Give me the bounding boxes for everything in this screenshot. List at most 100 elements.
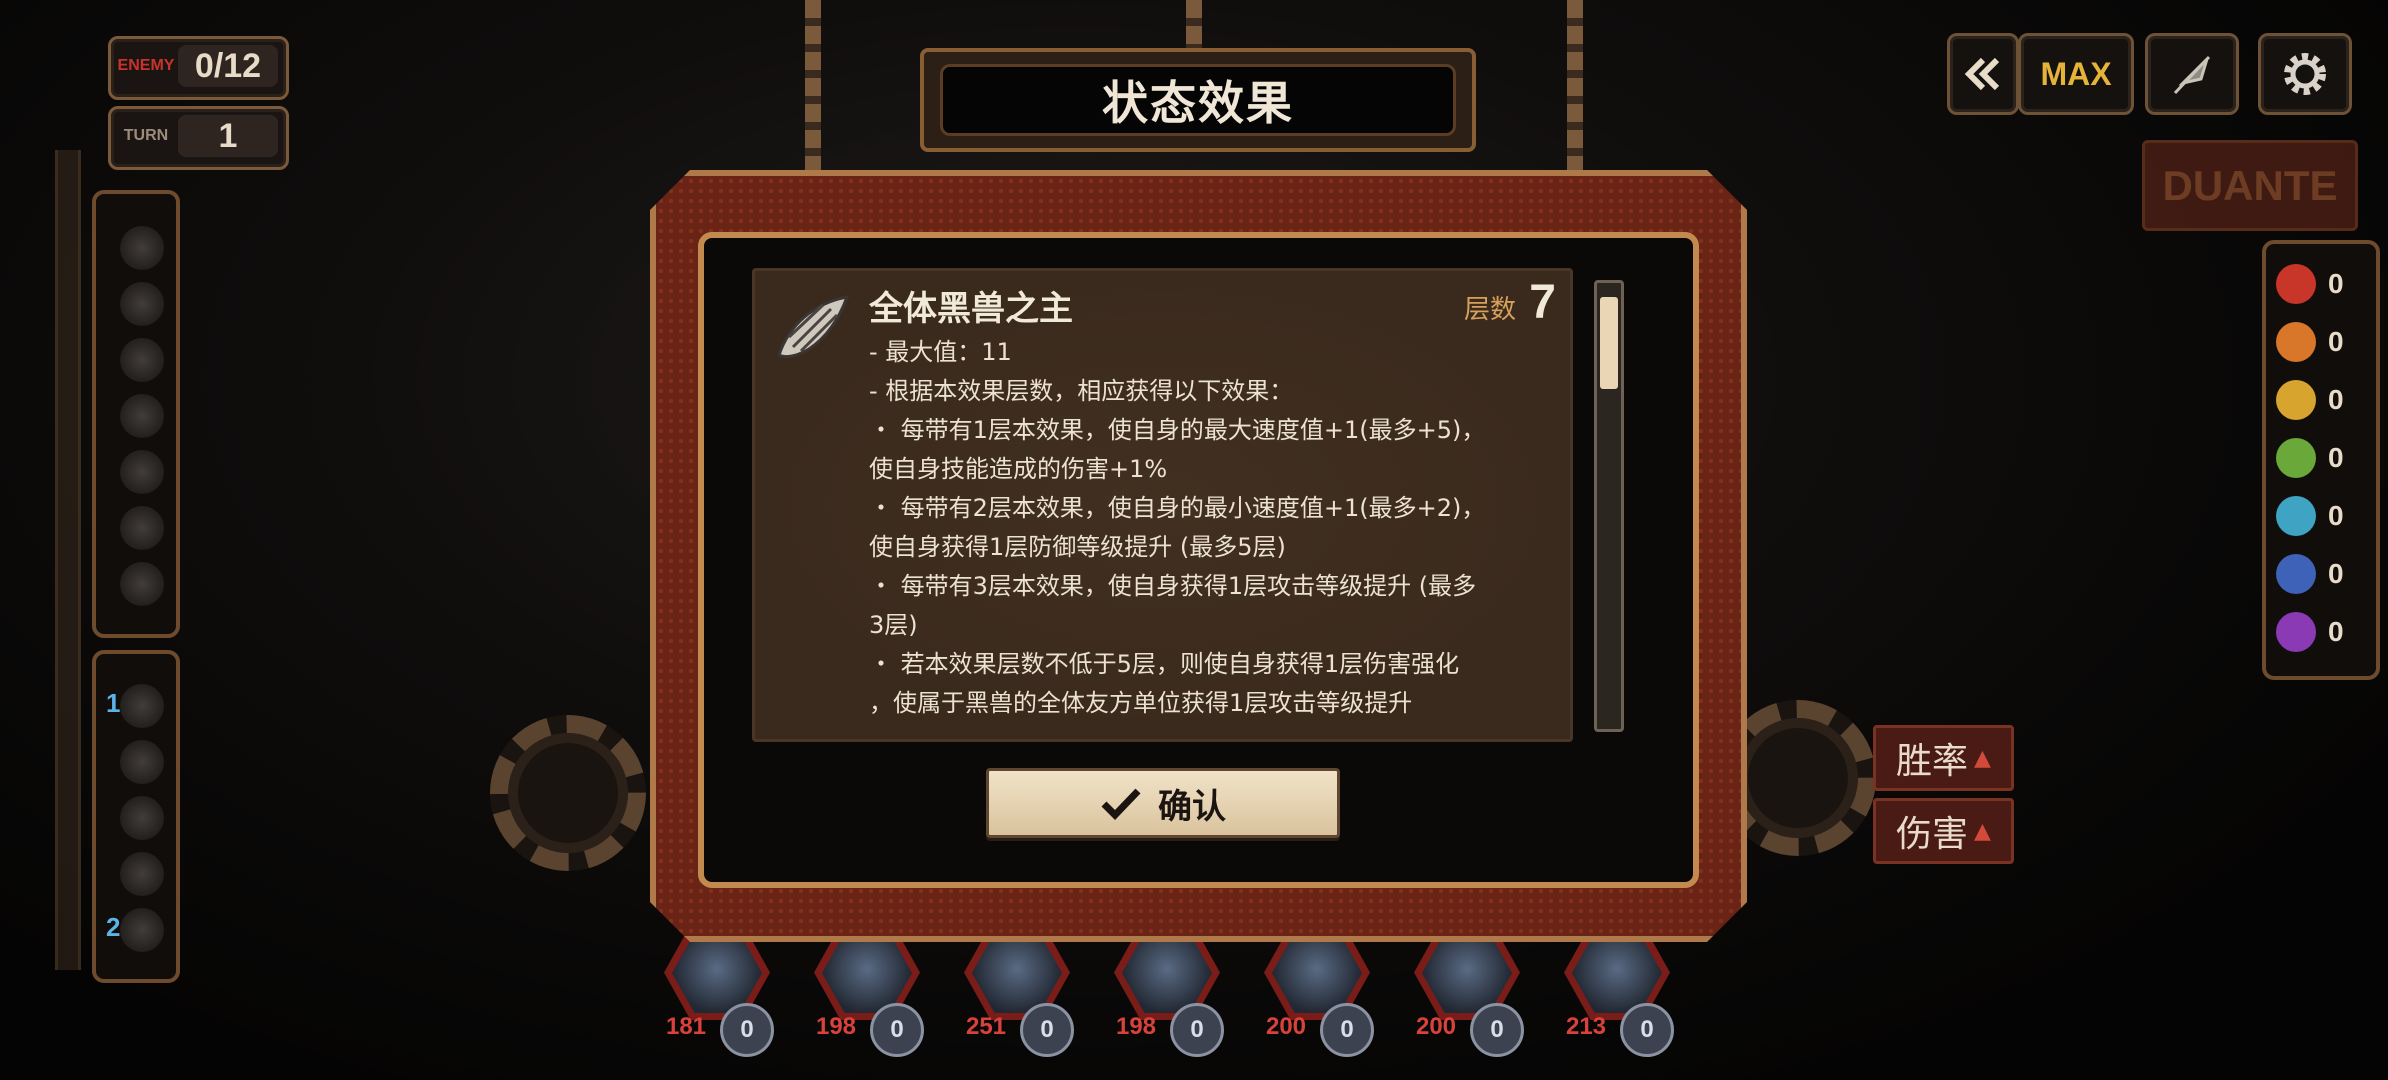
description-line: ，使属于黑兽的全体友方单位获得1层攻击等级提升 bbox=[869, 689, 1413, 717]
sin-count: 0 bbox=[2328, 326, 2344, 357]
gear-icon bbox=[2284, 53, 2326, 95]
sin-count: 0 bbox=[2328, 616, 2344, 647]
win-rate-label: 胜率 bbox=[1896, 741, 1969, 782]
party-member[interactable]: 198 0 bbox=[1102, 925, 1232, 1057]
turn-counter: TURN 1 bbox=[108, 106, 289, 170]
skill-icon[interactable] bbox=[120, 740, 164, 784]
enemy-icon[interactable] bbox=[120, 282, 164, 326]
sp-orb: 0 bbox=[1170, 1003, 1224, 1057]
description-line: 3层) bbox=[869, 611, 918, 639]
sin-resource-row: 0 bbox=[2276, 610, 2371, 654]
damage-button[interactable]: 伤害 ▲ bbox=[1873, 798, 2014, 864]
skill-icon[interactable] bbox=[120, 796, 164, 840]
hp-value: 200 bbox=[1415, 1013, 1457, 1040]
status-name: 全体黑兽之主 bbox=[869, 289, 1073, 329]
skill-number: 1 bbox=[106, 688, 121, 718]
confirm-label: 确认 bbox=[1158, 786, 1226, 827]
hp-value: 198 bbox=[815, 1013, 857, 1040]
claw-icon bbox=[769, 285, 855, 371]
enemy-tag: ENEMY bbox=[117, 57, 175, 74]
auto-button[interactable] bbox=[2145, 33, 2239, 115]
enemy-icon[interactable] bbox=[120, 562, 164, 606]
description-line: ・ 每带有1层本效果，使自身的最大速度值+1(最多+5)， bbox=[869, 416, 1486, 444]
sin-resource-row: 0 bbox=[2276, 494, 2371, 538]
pride-icon bbox=[2276, 554, 2316, 594]
modal-body: 全体黑兽之主 层数 7 - 最大值：11 - 根据本效果层数，相应获得以下效果：… bbox=[698, 232, 1699, 888]
scrollbar-thumb[interactable] bbox=[1600, 297, 1618, 389]
stack-value: 7 bbox=[1529, 276, 1556, 329]
sin-resources-panel: 0 0 0 0 0 0 0 bbox=[2262, 240, 2380, 680]
sin-count: 0 bbox=[2328, 558, 2344, 589]
party-member[interactable]: 251 0 bbox=[952, 925, 1082, 1057]
description-scrollbar[interactable] bbox=[1594, 280, 1624, 732]
skill-icon[interactable] bbox=[120, 852, 164, 896]
wrath-icon bbox=[2276, 264, 2316, 304]
hp-value: 200 bbox=[1265, 1013, 1307, 1040]
sp-orb: 0 bbox=[1320, 1003, 1374, 1057]
chain bbox=[805, 0, 821, 170]
status-icon bbox=[769, 285, 855, 371]
sp-orb: 0 bbox=[720, 1003, 774, 1057]
party-member[interactable]: 181 0 bbox=[652, 925, 782, 1057]
enemy-icon[interactable] bbox=[120, 338, 164, 382]
sin-count: 0 bbox=[2328, 442, 2344, 473]
gluttony-icon bbox=[2276, 438, 2316, 478]
enemy-icon[interactable] bbox=[120, 394, 164, 438]
chain bbox=[1567, 0, 1583, 170]
sp-orb: 0 bbox=[870, 1003, 924, 1057]
skill-list-panel: 1 2 bbox=[92, 650, 180, 983]
sin-resource-row: 0 bbox=[2276, 378, 2371, 422]
description-line: ・ 每带有3层本效果，使自身获得1层攻击等级提升 (最多 bbox=[869, 572, 1477, 600]
gloom-icon bbox=[2276, 496, 2316, 536]
rewind-button[interactable] bbox=[1947, 33, 2019, 115]
sin-resource-row: 0 bbox=[2276, 552, 2371, 596]
win-rate-button[interactable]: 胜率 ▲ bbox=[1873, 725, 2014, 791]
party-member[interactable]: 213 0 bbox=[1552, 925, 1682, 1057]
enemy-count: 0/12 bbox=[178, 45, 278, 87]
turn-tag: TURN bbox=[123, 127, 169, 144]
status-description: - 最大值：11 - 根据本效果层数，相应获得以下效果： ・ 每带有1层本效果，… bbox=[869, 333, 1549, 723]
skill-icon[interactable] bbox=[120, 908, 164, 952]
double-chevron-left-icon bbox=[1964, 57, 2000, 91]
party-member[interactable]: 200 0 bbox=[1402, 925, 1532, 1057]
status-detail-box[interactable]: 全体黑兽之主 层数 7 - 最大值：11 - 根据本效果层数，相应获得以下效果：… bbox=[752, 268, 1573, 742]
dante-button[interactable]: DUANTE bbox=[2142, 140, 2358, 231]
chain bbox=[1186, 0, 1202, 50]
confirm-button[interactable]: 确认 bbox=[986, 768, 1340, 838]
sin-resource-row: 0 bbox=[2276, 262, 2371, 306]
speed-button[interactable]: MAX bbox=[2018, 33, 2134, 115]
hp-value: 251 bbox=[965, 1013, 1007, 1040]
modal-title: 状态效果 bbox=[940, 64, 1456, 136]
turn-value: 1 bbox=[178, 115, 278, 157]
speed-label: MAX bbox=[2040, 55, 2112, 92]
left-rail bbox=[55, 150, 81, 970]
settings-button[interactable] bbox=[2258, 33, 2352, 115]
status-effect-modal: 全体黑兽之主 层数 7 - 最大值：11 - 根据本效果层数，相应获得以下效果：… bbox=[650, 170, 1747, 942]
description-line: ・ 若本效果层数不低于5层，则使自身获得1层伤害强化 bbox=[869, 650, 1460, 678]
sloth-icon bbox=[2276, 380, 2316, 420]
modal-title-plate: 状态效果 bbox=[920, 48, 1476, 152]
hp-value: 198 bbox=[1115, 1013, 1157, 1040]
enemy-icon[interactable] bbox=[120, 226, 164, 270]
hp-value: 181 bbox=[665, 1013, 707, 1040]
enemy-list-panel bbox=[92, 190, 180, 638]
party-member[interactable]: 198 0 bbox=[802, 925, 932, 1057]
sp-orb: 0 bbox=[1020, 1003, 1074, 1057]
lust-icon bbox=[2276, 322, 2316, 362]
enemy-icon[interactable] bbox=[120, 506, 164, 550]
caret-up-icon: ▲ bbox=[1974, 818, 1991, 844]
checkmark-icon bbox=[1100, 786, 1142, 820]
envy-icon bbox=[2276, 612, 2316, 652]
enemy-icon[interactable] bbox=[120, 450, 164, 494]
sp-orb: 0 bbox=[1470, 1003, 1524, 1057]
sin-resource-row: 0 bbox=[2276, 320, 2371, 364]
hp-value: 213 bbox=[1565, 1013, 1607, 1040]
sin-count: 0 bbox=[2328, 268, 2344, 299]
feather-icon bbox=[2173, 55, 2211, 95]
left-gear bbox=[490, 715, 646, 871]
skill-icon[interactable] bbox=[120, 684, 164, 728]
skill-number: 2 bbox=[106, 912, 121, 942]
party-member[interactable]: 200 0 bbox=[1252, 925, 1382, 1057]
description-line: 使自身获得1层防御等级提升 (最多5层) bbox=[869, 533, 1286, 561]
sin-resource-row: 0 bbox=[2276, 436, 2371, 480]
